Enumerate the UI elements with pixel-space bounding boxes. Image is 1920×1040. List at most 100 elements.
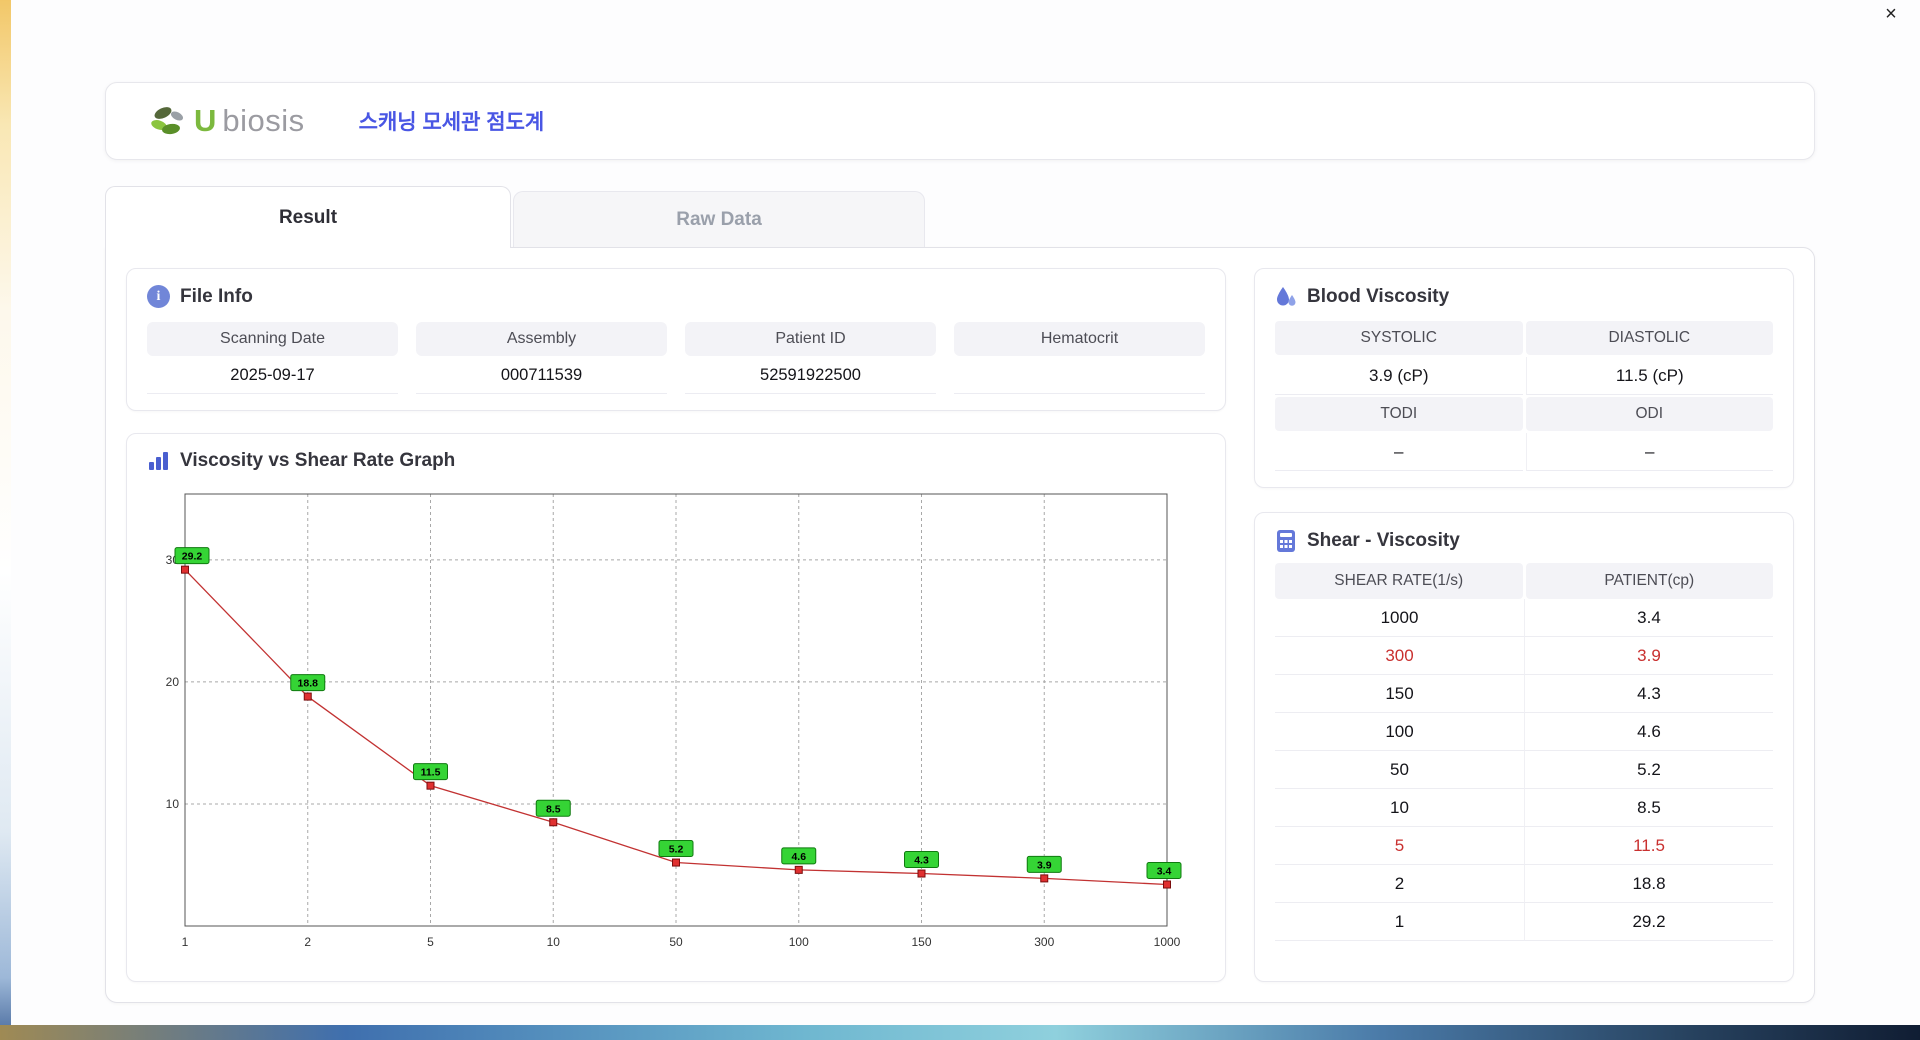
shear-rate-value: 50 bbox=[1275, 751, 1524, 789]
viscosity-chart-svg: 1020301 2 5 10 50 100 150 300 100029.218.811.58.… bbox=[166, 493, 1182, 949]
app-title: 스캐닝 모세관 점도계 bbox=[358, 111, 545, 134]
patient-viscosity-value: 11.5 bbox=[1524, 827, 1773, 865]
shear-table-row: 1 29.2 bbox=[1275, 903, 1773, 941]
shear-table-row: 2 18.8 bbox=[1275, 865, 1773, 903]
x-axis-tick-label: 300 bbox=[1034, 935, 1054, 949]
shear-table-body: 1000 3.4 300 3.9 150 4.3 100 4.6 50 5.2 … bbox=[1275, 599, 1773, 941]
logo-text-u: U bbox=[194, 103, 217, 138]
tab-raw-data[interactable]: Raw Data bbox=[513, 191, 925, 247]
shear-viscosity-card: Shear - Viscosity SHEAR RATE(1/s) PATIEN… bbox=[1254, 512, 1794, 982]
patient-viscosity-value: 5.2 bbox=[1524, 751, 1773, 789]
wallpaper-bottom-strip bbox=[0, 1025, 1920, 1040]
field-value: 52591922500 bbox=[685, 356, 936, 394]
left-column: i File Info Scanning Date 2025-09-17 Ass… bbox=[126, 268, 1226, 982]
shear-rate-value: 300 bbox=[1275, 637, 1524, 675]
field-hematocrit: Hematocrit bbox=[954, 322, 1205, 394]
desktop-background: × U biosis 스캐닝 모세관 점도계 Result Raw Data i… bbox=[0, 0, 1920, 1040]
blood-viscosity-grid: SYSTOLIC DIASTOLIC 3.9 (cP) 11.5 (cP) TO… bbox=[1275, 321, 1773, 471]
shear-rate-value: 5 bbox=[1275, 827, 1524, 865]
x-axis-tick-label: 50 bbox=[669, 935, 683, 949]
patient-column-header: PATIENT(cp) bbox=[1525, 563, 1773, 599]
odi-value: – bbox=[1525, 433, 1773, 471]
value-label-text: 3.9 bbox=[1037, 859, 1052, 871]
diastolic-header: DIASTOLIC bbox=[1525, 321, 1773, 355]
graph-card: Viscosity vs Shear Rate Graph 10 20 30 1 2 5 1… bbox=[126, 433, 1226, 982]
window-close-button[interactable]: × bbox=[1878, 2, 1904, 26]
field-value: 2025-09-17 bbox=[147, 356, 398, 394]
field-value: 000711539 bbox=[416, 356, 667, 394]
shear-rate-value: 1 bbox=[1275, 903, 1524, 941]
data-point-marker bbox=[303, 692, 312, 701]
file-info-title: File Info bbox=[180, 285, 253, 307]
calculator-icon bbox=[1277, 530, 1295, 552]
shear-table-row: 1000 3.4 bbox=[1275, 599, 1773, 637]
shear-table-header: SHEAR RATE(1/s) PATIENT(cp) bbox=[1275, 563, 1773, 599]
y-axis-tick-label: 20 bbox=[166, 675, 180, 689]
logo-leaf-icon bbox=[151, 107, 184, 135]
blood-viscosity-title-row: Blood Viscosity bbox=[1275, 285, 1773, 309]
y-axis-tick-label: 10 bbox=[166, 797, 180, 811]
patient-viscosity-value: 4.3 bbox=[1524, 675, 1773, 713]
data-point-marker bbox=[1040, 874, 1049, 883]
value-label-text: 29.2 bbox=[182, 551, 203, 563]
field-label: Scanning Date bbox=[147, 322, 398, 356]
value-label-text: 11.5 bbox=[421, 767, 441, 779]
value-label-text: 3.4 bbox=[1157, 866, 1172, 878]
graph-title: Viscosity vs Shear Rate Graph bbox=[180, 450, 456, 471]
viscosity-chart: 10 20 30 1 2 5 10 50 100 150 300 1000 29.2 18.8 11.5 8.… bbox=[147, 482, 1205, 965]
todi-header: TODI bbox=[1275, 397, 1523, 431]
right-column: Blood Viscosity SYSTOLIC DIASTOLIC 3.9 (… bbox=[1254, 268, 1794, 982]
file-info-title-row: i File Info bbox=[147, 285, 1205, 308]
ubiosis-logo: U biosis bbox=[150, 103, 305, 139]
value-label-text: 8.5 bbox=[546, 803, 561, 815]
todi-value: – bbox=[1275, 433, 1523, 471]
file-info-card: i File Info Scanning Date 2025-09-17 Ass… bbox=[126, 268, 1226, 411]
data-point-marker bbox=[549, 818, 558, 827]
shear-table-row: 5 11.5 bbox=[1275, 827, 1773, 865]
shear-table-row: 10 8.5 bbox=[1275, 789, 1773, 827]
x-axis-tick-label: 5 bbox=[427, 935, 434, 949]
x-axis-tick-label: 1 bbox=[182, 935, 189, 949]
x-axis-tick-label: 2 bbox=[304, 935, 311, 949]
shear-rate-value: 1000 bbox=[1275, 599, 1524, 637]
value-label-text: 5.2 bbox=[669, 844, 684, 856]
field-label: Patient ID bbox=[685, 322, 936, 356]
x-axis-tick-label: 150 bbox=[911, 935, 931, 949]
data-point-marker bbox=[917, 869, 926, 878]
field-value bbox=[954, 356, 1205, 394]
field-scanning-date: Scanning Date 2025-09-17 bbox=[147, 322, 398, 394]
graph-title-row: Viscosity vs Shear Rate Graph bbox=[147, 450, 1205, 472]
shear-rate-column-header: SHEAR RATE(1/s) bbox=[1275, 563, 1523, 599]
blood-viscosity-card: Blood Viscosity SYSTOLIC DIASTOLIC 3.9 (… bbox=[1254, 268, 1794, 488]
header-card: U biosis 스캐닝 모세관 점도계 bbox=[105, 82, 1815, 160]
data-point-marker bbox=[672, 858, 680, 867]
info-icon: i bbox=[147, 285, 170, 308]
data-point-marker bbox=[794, 865, 803, 874]
shear-table-row: 300 3.9 bbox=[1275, 637, 1773, 675]
shear-table-row: 50 5.2 bbox=[1275, 751, 1773, 789]
patient-viscosity-value: 18.8 bbox=[1524, 865, 1773, 903]
diastolic-value: 11.5 (cP) bbox=[1525, 357, 1773, 395]
shear-viscosity-title-row: Shear - Viscosity bbox=[1275, 529, 1773, 553]
field-label: Hematocrit bbox=[954, 322, 1205, 356]
patient-viscosity-value: 3.9 bbox=[1524, 637, 1773, 675]
tab-result[interactable]: Result bbox=[105, 186, 511, 248]
data-point-marker bbox=[426, 781, 435, 790]
shear-table-row: 150 4.3 bbox=[1275, 675, 1773, 713]
value-label-text: 4.6 bbox=[791, 851, 806, 863]
shear-viscosity-title: Shear - Viscosity bbox=[1307, 530, 1460, 551]
shear-table-row: 100 4.6 bbox=[1275, 713, 1773, 751]
patient-viscosity-value: 8.5 bbox=[1524, 789, 1773, 827]
app-content: U biosis 스캐닝 모세관 점도계 Result Raw Data i F… bbox=[11, 0, 1920, 1003]
tab-bar: Result Raw Data bbox=[105, 186, 1815, 248]
odi-header: ODI bbox=[1525, 397, 1773, 431]
patient-viscosity-value: 4.6 bbox=[1524, 713, 1773, 751]
shear-rate-value: 150 bbox=[1275, 675, 1524, 713]
patient-viscosity-value: 29.2 bbox=[1524, 903, 1773, 941]
file-info-fields: Scanning Date 2025-09-17 Assembly 000711… bbox=[147, 322, 1205, 394]
data-point-marker bbox=[181, 565, 189, 574]
field-patient-id: Patient ID 52591922500 bbox=[685, 322, 936, 394]
data-point-marker bbox=[1163, 880, 1171, 889]
shear-rate-value: 10 bbox=[1275, 789, 1524, 827]
systolic-header: SYSTOLIC bbox=[1275, 321, 1523, 355]
